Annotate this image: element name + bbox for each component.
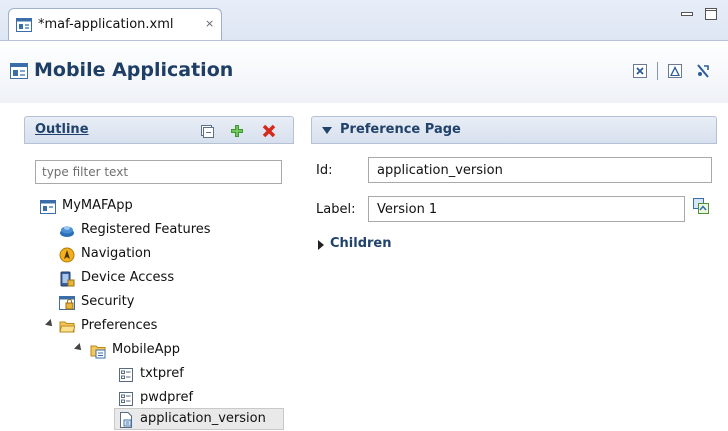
security-icon xyxy=(59,296,75,310)
tree-item-label: txtpref xyxy=(140,366,184,381)
editor-tab-title: *maf-application.xml xyxy=(38,17,174,32)
xml-source-icon[interactable] xyxy=(632,63,648,79)
close-icon[interactable]: ⨯ xyxy=(205,17,214,30)
tree-item-label: Preferences xyxy=(81,318,158,333)
expand-arrow-icon[interactable] xyxy=(74,343,84,353)
filter-input[interactable] xyxy=(35,160,282,184)
tree-item-label: pwdpref xyxy=(140,390,194,405)
maximize-icon[interactable] xyxy=(704,7,718,21)
expand-arrow-icon[interactable] xyxy=(318,240,324,250)
tree-item-label: Registered Features xyxy=(81,222,211,237)
page-title: Mobile Application xyxy=(34,59,234,81)
preference-page-icon xyxy=(120,412,132,428)
translate-icon[interactable] xyxy=(692,197,710,215)
children-section-title[interactable]: Children xyxy=(330,236,392,251)
folder-icon xyxy=(59,321,75,333)
features-icon xyxy=(60,226,74,237)
collapse-arrow-icon[interactable] xyxy=(322,127,332,134)
tree-item-label: Security xyxy=(81,294,135,309)
outline-section-header: Outline xyxy=(24,116,294,144)
collapse-all-icon[interactable] xyxy=(199,123,215,139)
help-icon[interactable] xyxy=(695,63,711,79)
expand-arrow-icon[interactable] xyxy=(45,319,55,329)
preference-page-title: Preference Page xyxy=(340,122,461,137)
text-preference-icon xyxy=(119,392,133,406)
delete-icon[interactable] xyxy=(261,123,277,139)
preference-group-icon xyxy=(90,345,106,359)
toolbar-separator xyxy=(657,62,658,80)
minimize-icon[interactable] xyxy=(680,7,694,21)
tree-item-label: Navigation xyxy=(81,246,152,261)
tree-item-label: Device Access xyxy=(81,270,175,285)
deploy-icon[interactable] xyxy=(667,63,683,79)
navigation-icon xyxy=(59,247,75,263)
application-icon xyxy=(10,63,28,79)
text-preference-icon xyxy=(119,368,133,382)
device-access-icon xyxy=(60,271,75,287)
tree-item-label: MyMAFApp xyxy=(62,198,133,213)
label-label: Label: xyxy=(316,202,356,217)
editor-tab[interactable]: *maf-application.xml ⨯ xyxy=(8,8,222,40)
tree-item-label: MobileApp xyxy=(112,342,181,357)
application-file-icon xyxy=(16,18,32,32)
form-header: Mobile Application xyxy=(0,41,728,103)
editor-tab-bar: *maf-application.xml ⨯ xyxy=(0,0,728,41)
id-label: Id: xyxy=(316,163,333,178)
editor-window: *maf-application.xml ⨯ Mobile Applicatio… xyxy=(0,0,728,431)
outline-title[interactable]: Outline xyxy=(35,122,89,137)
label-field[interactable] xyxy=(368,196,685,222)
add-icon[interactable] xyxy=(229,123,245,139)
application-icon xyxy=(40,200,56,214)
preference-page-section-header[interactable]: Preference Page xyxy=(311,116,717,144)
tree-item-label: application_version xyxy=(140,411,266,426)
id-field[interactable] xyxy=(368,157,712,183)
